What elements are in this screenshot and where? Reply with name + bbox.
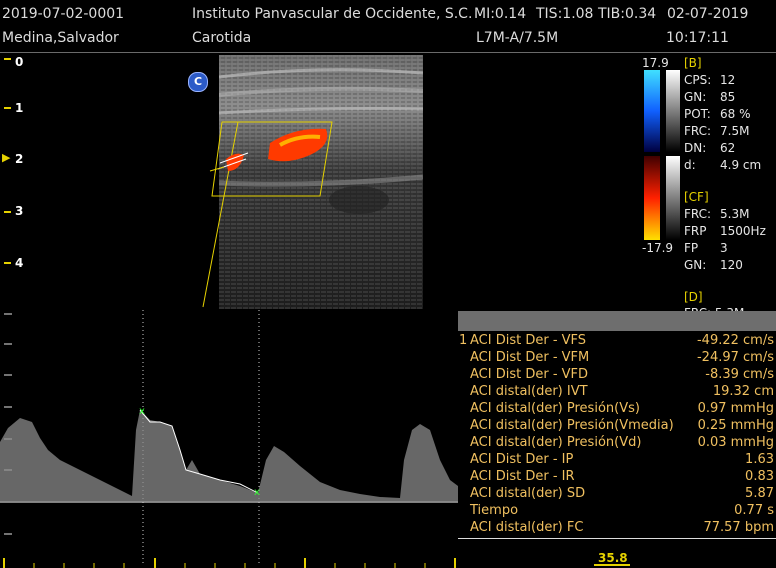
depth-tick bbox=[4, 58, 11, 60]
exam-type: Carotida bbox=[192, 30, 252, 46]
measurement-label: ACI distal(der) Presión(Vmedia) bbox=[470, 418, 674, 433]
cf-params-header: [CF] bbox=[684, 190, 709, 204]
patient-id: 2019-07-02-0001 bbox=[2, 6, 125, 22]
depth-label-4: 4 bbox=[15, 256, 24, 270]
param-value: 3 bbox=[720, 241, 728, 255]
param-value: 68 % bbox=[720, 107, 751, 121]
velocity-colorbar bbox=[644, 70, 680, 240]
param-value: 12 bbox=[720, 73, 736, 87]
measurement-label: ACI Dist Der - IP bbox=[470, 452, 574, 467]
param-key: FP bbox=[684, 241, 699, 255]
doppler-color-box bbox=[202, 121, 333, 308]
param-value: 62 bbox=[720, 141, 736, 155]
measurement-label: ACI distal(der) Presión(Vd) bbox=[470, 435, 642, 450]
caliper-end-icon: x bbox=[254, 487, 260, 498]
param-key: d: bbox=[684, 158, 696, 172]
institution-name: Instituto Panvascular de Occidente, S.C. bbox=[192, 6, 473, 22]
header-separator bbox=[0, 52, 776, 53]
colorbar-min: -17.9 bbox=[642, 241, 674, 255]
param-key: POT: bbox=[684, 107, 711, 121]
d-params-header: [D] bbox=[684, 290, 703, 304]
measurement-value: 0.83 bbox=[745, 469, 774, 484]
measurement-label: ACI Dist Der - IR bbox=[470, 469, 575, 484]
measurement-label: ACI distal(der) SD bbox=[470, 486, 586, 501]
probe-label: L7M-A/7.5M bbox=[476, 30, 559, 46]
caliper-peak-icon: x bbox=[139, 406, 145, 417]
param-key: GN: bbox=[684, 90, 707, 104]
depth-tick bbox=[4, 262, 11, 264]
param-key: FRC: bbox=[684, 124, 712, 138]
measurement-value: -8.39 cm/s bbox=[705, 367, 774, 382]
measurement-value: 5.87 bbox=[745, 486, 774, 501]
measurement-value: 19.32 cm bbox=[712, 384, 774, 399]
exam-time: 10:17:11 bbox=[666, 30, 729, 46]
measurement-value: -24.97 cm/s bbox=[696, 350, 774, 365]
spectral-doppler-trace: x x bbox=[0, 310, 458, 568]
param-key: CPS: bbox=[684, 73, 712, 87]
param-value: 4.9 cm bbox=[720, 158, 762, 172]
mi-index: MI:0.14 bbox=[474, 6, 527, 22]
measurement-label: Tiempo bbox=[470, 503, 519, 518]
measurement-label: ACI distal(der) Presión(Vs) bbox=[470, 401, 640, 416]
param-key: DN: bbox=[684, 141, 707, 155]
depth-tick bbox=[4, 211, 11, 213]
measurement-panel-divider bbox=[458, 538, 776, 539]
patient-name: Medina,Salvador bbox=[2, 30, 119, 46]
exam-date: 02-07-2019 bbox=[667, 6, 749, 22]
measurement-value: 0.77 s bbox=[734, 503, 774, 518]
colorbar-max: 17.9 bbox=[642, 56, 669, 70]
b-params-header: [B] bbox=[684, 56, 702, 70]
time-readout: 35.8 bbox=[598, 551, 628, 565]
measurement-value: 0.97 mmHg bbox=[697, 401, 774, 416]
param-key: FRP bbox=[684, 224, 707, 238]
param-value: 7.5M bbox=[720, 124, 750, 138]
tis-index: TIS:1.08 bbox=[536, 6, 594, 22]
measurement-value: 0.03 mmHg bbox=[697, 435, 774, 450]
measurement-value: 77.57 bpm bbox=[703, 520, 774, 535]
param-value: 1500Hz bbox=[720, 224, 766, 238]
measurement-label: ACI Dist Der - VFM bbox=[470, 350, 590, 365]
param-value: 85 bbox=[720, 90, 736, 104]
measurement-value: 0.25 mmHg bbox=[697, 418, 774, 433]
measurement-label: ACI distal(der) FC bbox=[470, 520, 584, 535]
param-value: 120 bbox=[720, 258, 743, 272]
param-key: GN: bbox=[684, 258, 707, 272]
depth-label-2: 2 bbox=[15, 152, 24, 166]
measurement-value: 1.63 bbox=[745, 452, 774, 467]
measurement-label: ACI Dist Der - VFS bbox=[470, 333, 587, 348]
tib-index: TIB:0.34 bbox=[598, 6, 657, 22]
measurement-value: -49.22 cm/s bbox=[696, 333, 774, 348]
depth-label-1: 1 bbox=[15, 101, 24, 115]
measurement-index: 1 bbox=[459, 333, 468, 348]
focus-marker-icon: ▶ bbox=[2, 151, 11, 164]
param-key: FRC: bbox=[684, 207, 712, 221]
measurement-label: ACI Dist Der - VFD bbox=[470, 367, 589, 382]
param-value: 5.3M bbox=[720, 207, 750, 221]
depth-label-3: 3 bbox=[15, 204, 24, 218]
depth-tick bbox=[4, 107, 11, 109]
time-readout-underline bbox=[594, 564, 630, 566]
measurement-label: ACI distal(der) IVT bbox=[470, 384, 588, 399]
measurement-panel-header bbox=[458, 311, 776, 331]
depth-label-0: 0 bbox=[15, 55, 24, 69]
